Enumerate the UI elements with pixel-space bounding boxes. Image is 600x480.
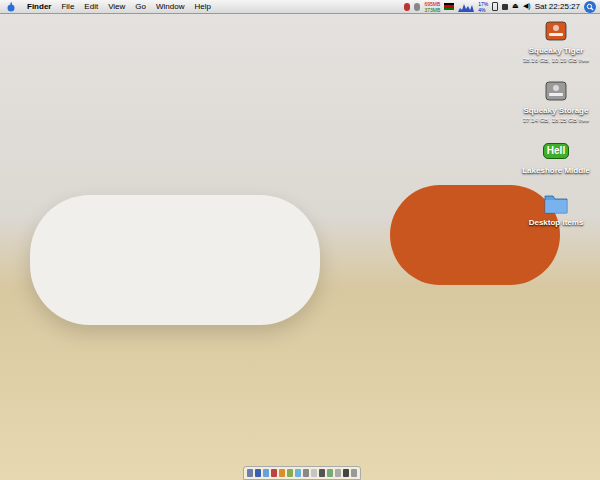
- menu-item[interactable]: Window: [151, 1, 189, 13]
- desktop-icon[interactable]: Hell Lakeshore Middle: [514, 136, 598, 176]
- dock-item-icon[interactable]: [319, 469, 325, 477]
- menu-item[interactable]: View: [103, 1, 130, 13]
- battery-icon[interactable]: [492, 2, 498, 11]
- dock-item-icon[interactable]: [287, 469, 293, 477]
- drive-icon: [543, 78, 569, 104]
- dock-item-icon[interactable]: [255, 469, 261, 477]
- dock-item-icon[interactable]: [327, 469, 333, 477]
- menu-item[interactable]: Edit: [79, 1, 103, 13]
- icon-detail: 38.16 GB, 10.19 GB free: [523, 56, 589, 64]
- cpu-meter[interactable]: 17%4%: [478, 1, 488, 13]
- dock-item-icon[interactable]: [351, 469, 357, 477]
- apple-icon[interactable]: [6, 2, 16, 12]
- drive-icon: [543, 18, 569, 44]
- menu-item[interactable]: File: [56, 1, 79, 13]
- status-icon[interactable]: [404, 3, 410, 11]
- dock-item-icon[interactable]: [311, 469, 317, 477]
- menu-bar: FinderFileEditViewGoWindowHelp 695MB373MB…: [0, 0, 600, 14]
- flag-icon[interactable]: [444, 3, 454, 10]
- icon-label: Squeaky Storage: [524, 106, 589, 116]
- bubble-icon: Hell: [543, 143, 569, 159]
- dock-item-icon[interactable]: [343, 469, 349, 477]
- memory-meter[interactable]: 695MB373MB: [424, 1, 440, 13]
- dock-item-icon[interactable]: [303, 469, 309, 477]
- dock-item-icon[interactable]: [295, 469, 301, 477]
- icon-label: Lakeshore Middle: [522, 166, 590, 176]
- activity-graph-icon[interactable]: [458, 2, 474, 12]
- app-menu[interactable]: Finder: [22, 1, 56, 13]
- dock-item-icon[interactable]: [335, 469, 341, 477]
- clock[interactable]: Sat 22:25:27: [535, 1, 580, 13]
- volume-icon[interactable]: ◀): [523, 1, 530, 12]
- desktop-icon[interactable]: Desktop Items: [514, 188, 598, 228]
- wallpaper-photo: [0, 15, 600, 480]
- menu-item[interactable]: Go: [130, 1, 151, 13]
- dock-item-icon[interactable]: [279, 469, 285, 477]
- lock-icon[interactable]: [502, 4, 508, 10]
- folder-icon: [543, 191, 569, 215]
- dock-item-icon[interactable]: [271, 469, 277, 477]
- dock: [243, 466, 361, 480]
- icon-label: Squeaky Tiger: [529, 46, 584, 56]
- eject-icon[interactable]: ⏏: [512, 1, 519, 12]
- dock-item-icon[interactable]: [263, 469, 269, 477]
- icon-label: Desktop Items: [529, 218, 584, 228]
- desktop-icon[interactable]: Squeaky Tiger38.16 GB, 10.19 GB free: [514, 16, 598, 64]
- dock-item-icon[interactable]: [247, 469, 253, 477]
- desktop-icons: Squeaky Tiger38.16 GB, 10.19 GB freeSque…: [514, 16, 598, 228]
- desktop-icon[interactable]: Squeaky Storage37.14 GB, 18.15 GB free: [514, 76, 598, 124]
- icon-detail: 37.14 GB, 18.15 GB free: [523, 116, 589, 124]
- status-icon[interactable]: [414, 3, 420, 11]
- menu-item[interactable]: Help: [189, 1, 215, 13]
- spotlight-icon[interactable]: [584, 1, 596, 13]
- desktop: FinderFileEditViewGoWindowHelp 695MB373MB…: [0, 0, 600, 480]
